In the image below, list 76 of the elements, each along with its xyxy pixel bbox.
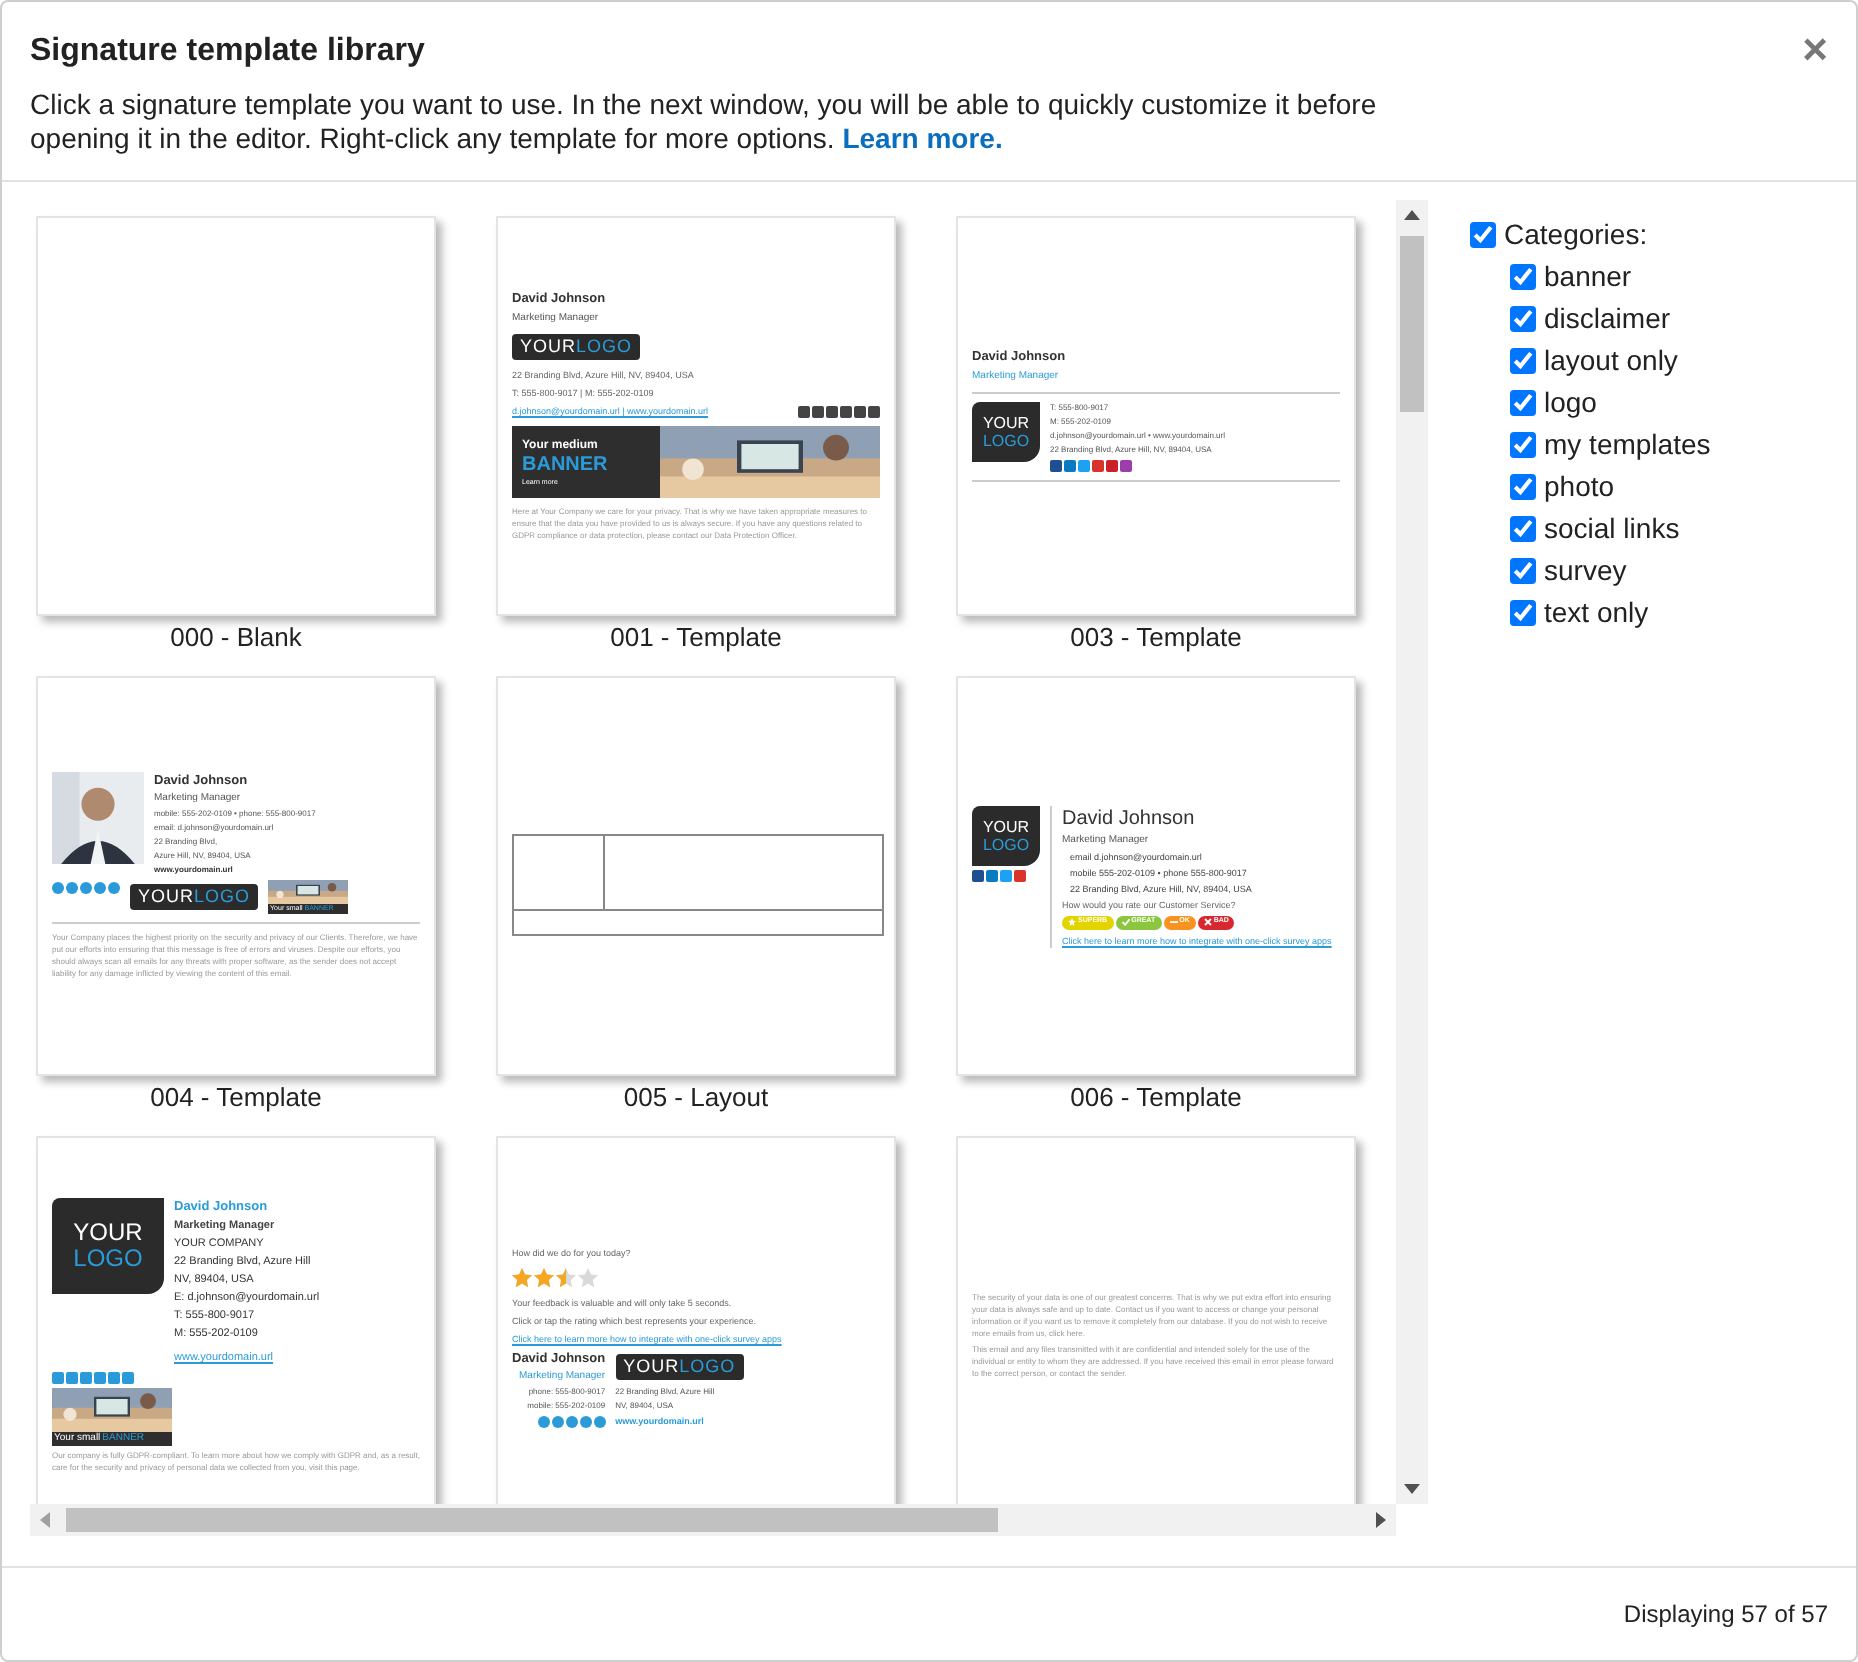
- description: Click a signature template you want to use. In the next window, you will be able to quickly customize it before opening it in the editor. Right-click any template for more options. Learn more.: [30, 88, 1379, 156]
- checkbox[interactable]: [1510, 600, 1536, 626]
- check-icon: [1121, 918, 1130, 926]
- horizontal-scrollbar[interactable]: [30, 1504, 1396, 1536]
- social-icon[interactable]: [868, 406, 880, 418]
- template-thumbnail[interactable]: [36, 216, 436, 616]
- template-thumbnail[interactable]: [496, 216, 896, 616]
- checkbox-label: photo: [1544, 468, 1615, 506]
- social-icon[interactable]: [972, 869, 984, 881]
- social-icon[interactable]: [798, 406, 810, 418]
- template-thumbnail[interactable]: [956, 676, 1356, 1076]
- social-icon[interactable]: [1120, 459, 1132, 471]
- scroll-left-icon[interactable]: [40, 1512, 50, 1528]
- minus-icon: [1169, 918, 1178, 926]
- social-icon[interactable]: [1092, 459, 1104, 471]
- template-caption: 004 - Template: [148, 1080, 324, 1116]
- checkbox[interactable]: [1510, 348, 1536, 374]
- checkbox-label: survey: [1544, 552, 1627, 590]
- close-icon: [1203, 918, 1212, 926]
- star-icon[interactable]: [556, 1267, 576, 1287]
- checkbox[interactable]: [1510, 306, 1536, 332]
- template-thumbnail[interactable]: [496, 1136, 896, 1504]
- logo: YOUR LOGO: [972, 805, 1040, 865]
- learn-more-link[interactable]: Learn more.: [842, 122, 1003, 154]
- template-caption: 000 - Blank: [168, 620, 304, 656]
- social-icon[interactable]: [812, 406, 824, 418]
- star-icon[interactable]: [512, 1267, 532, 1287]
- star-icon[interactable]: [578, 1267, 598, 1287]
- star-icon: [1068, 918, 1076, 926]
- template-caption: 006 - Template: [1068, 1080, 1244, 1116]
- template-thumbnail[interactable]: [956, 1136, 1356, 1504]
- template-caption: 001 - Template: [608, 620, 784, 656]
- logo: YOURLOGO: [615, 1353, 744, 1379]
- template-caption: 003 - Template: [1068, 620, 1244, 656]
- checkbox[interactable]: [1510, 432, 1536, 458]
- checkbox-label: text only: [1544, 594, 1649, 632]
- logo: YOURLOGO: [130, 884, 259, 910]
- social-icon[interactable]: [1064, 459, 1076, 471]
- logo: YOUR LOGO: [52, 1198, 164, 1294]
- checkbox-label: layout only: [1544, 342, 1678, 380]
- checkbox-label: banner: [1544, 258, 1632, 296]
- scroll-right-icon[interactable]: [1376, 1512, 1386, 1528]
- social-icon[interactable]: [840, 406, 852, 418]
- scrollbar-thumb[interactable]: [66, 1508, 998, 1532]
- checkbox-label: Categories:: [1504, 216, 1648, 254]
- template-thumbnail[interactable]: [36, 1136, 436, 1504]
- template-caption: 005 - Layout: [621, 1080, 771, 1116]
- logo: YOUR LOGO: [972, 401, 1040, 461]
- checkbox-label: social links: [1544, 510, 1680, 548]
- name-text: David Johnson: [1062, 805, 1197, 831]
- checkbox[interactable]: [1510, 390, 1536, 416]
- checkbox-label: my templates: [1544, 426, 1711, 464]
- checkbox[interactable]: [1510, 474, 1536, 500]
- status-text: Displaying 57 of 57: [1623, 1598, 1828, 1632]
- window-title: Signature template library: [30, 32, 425, 72]
- social-icon[interactable]: [826, 406, 838, 418]
- social-icon[interactable]: [986, 869, 998, 881]
- checkbox[interactable]: [1510, 516, 1536, 542]
- scrollbar-thumb[interactable]: [1400, 236, 1424, 412]
- social-icon[interactable]: [1106, 459, 1118, 471]
- checkbox-label: disclaimer: [1544, 300, 1671, 338]
- logo: YOURLOGO: [512, 334, 641, 360]
- vertical-scrollbar[interactable]: [1396, 200, 1428, 1504]
- banner-text: BANNER: [522, 453, 610, 475]
- social-icon[interactable]: [854, 406, 866, 418]
- checkbox[interactable]: [1510, 264, 1536, 290]
- scroll-up-icon[interactable]: [1404, 210, 1420, 220]
- social-icon[interactable]: [1014, 869, 1026, 881]
- template-thumbnail[interactable]: [496, 676, 896, 1076]
- checkbox[interactable]: [1470, 222, 1496, 248]
- checkbox[interactable]: [1510, 558, 1536, 584]
- star-icon[interactable]: [534, 1267, 554, 1287]
- scroll-down-icon[interactable]: [1404, 1484, 1420, 1494]
- checkbox-label: logo: [1544, 384, 1597, 422]
- social-icon[interactable]: [1050, 459, 1062, 471]
- close-button[interactable]: ×: [1802, 26, 1828, 74]
